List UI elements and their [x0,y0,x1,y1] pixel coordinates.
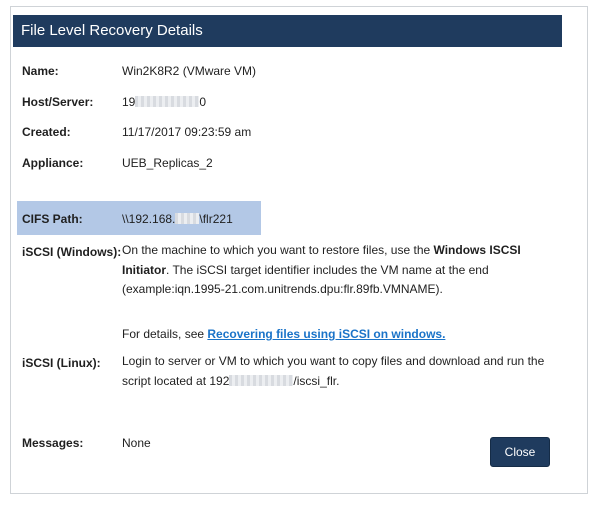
cifs-path-value: \\192.168. \flr221 [122,212,233,226]
iscsi-windows-label: iSCSI (Windows): [22,245,122,259]
iscsi-linux-label: iSCSI (Linux): [22,356,101,370]
messages-value: None [122,436,151,450]
close-button[interactable]: Close [490,437,550,467]
redacted-mask [135,96,200,107]
dialog-title: File Level Recovery Details [13,15,562,47]
host-value: 19 0 [122,95,207,109]
name-label: Name: [22,64,59,78]
cifs-path-label: CIFS Path: [22,212,83,226]
iscsi-windows-details: For details, see Recovering files using … [122,327,446,341]
iscsi-windows-text: On the machine to which you want to rest… [122,243,521,296]
appliance-label: Appliance: [22,156,84,170]
redacted-mask [229,374,294,386]
messages-label: Messages: [22,436,84,450]
created-value: 11/17/2017 09:23:59 am [122,125,252,139]
redacted-mask [175,213,200,224]
name-value: Win2K8R2 (VMware VM) [122,64,257,78]
appliance-value: UEB_Replicas_2 [122,156,213,170]
iscsi-linux-text: Login to server or VM to which you want … [122,354,545,388]
recovering-files-link[interactable]: Recovering files using iSCSI on windows. [207,327,445,341]
host-label: Host/Server: [22,95,94,109]
created-label: Created: [22,125,71,139]
